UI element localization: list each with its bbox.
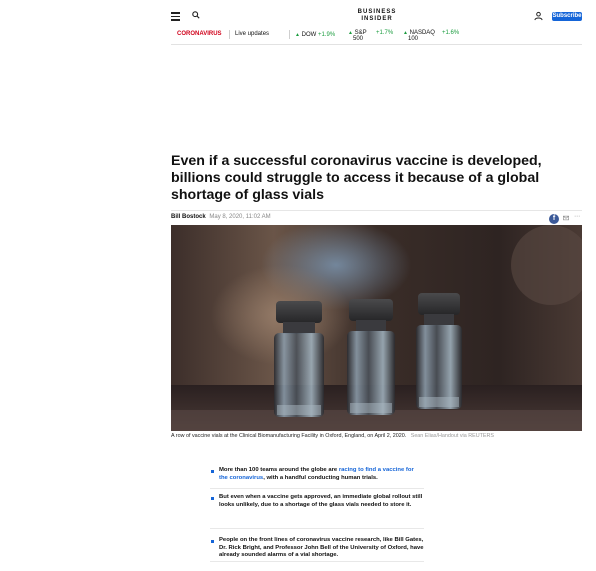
coronavirus-link[interactable]: CORONAVIRUS bbox=[177, 31, 222, 37]
market-dow[interactable]: ▲ DOW +1.9% bbox=[295, 32, 335, 38]
publish-date: May 8, 2020, 11:02 AM bbox=[209, 214, 271, 220]
author-link[interactable]: Bill Bostock bbox=[171, 214, 206, 220]
photo-credit: Sean Elias/Handout via REUTERS bbox=[410, 433, 495, 439]
ticker-bar: CORONAVIRUS Live updates ▲ DOW +1.9% ▲ S… bbox=[171, 28, 582, 45]
site-logo[interactable]: BUSINESS INSIDER bbox=[355, 9, 399, 22]
search-icon[interactable] bbox=[192, 11, 200, 19]
article-headline: Even if a successful coronavirus vaccine… bbox=[171, 153, 542, 203]
logo-line-2: INSIDER bbox=[361, 15, 393, 22]
email-share-icon[interactable] bbox=[563, 215, 569, 221]
caption-text: A row of vaccine vials at the Clinical B… bbox=[171, 433, 407, 439]
market-nasdaq[interactable]: ▲ NASDAQ 100 bbox=[403, 30, 435, 42]
hero-image bbox=[171, 225, 582, 431]
subscribe-button[interactable]: Subscribe bbox=[552, 12, 582, 21]
more-options-icon[interactable]: ⋯ bbox=[574, 213, 580, 220]
list-item: People on the front lines of coronavirus… bbox=[210, 529, 424, 562]
hamburger-icon[interactable] bbox=[171, 12, 180, 21]
market-name: DOW bbox=[301, 32, 317, 38]
market-name-sub: 500 bbox=[353, 36, 364, 42]
market-change: +1.6% bbox=[442, 30, 460, 36]
market-change: +1.9% bbox=[317, 32, 336, 38]
facebook-share-icon[interactable]: f bbox=[549, 214, 559, 224]
market-sp500[interactable]: ▲ S&P 500 bbox=[348, 30, 367, 42]
bullet-text: More than 100 teams around the globe are bbox=[219, 467, 339, 473]
vial-1 bbox=[274, 301, 324, 417]
list-item: But even when a vaccine gets approved, a… bbox=[210, 489, 424, 529]
market-name-sub: 100 bbox=[408, 36, 419, 42]
market-change: +1.7% bbox=[376, 30, 394, 36]
user-icon[interactable] bbox=[534, 11, 543, 21]
image-caption: A row of vaccine vials at the Clinical B… bbox=[171, 433, 582, 439]
vial-2 bbox=[347, 299, 395, 415]
byline: Bill Bostock May 8, 2020, 11:02 AM f ⋯ bbox=[171, 210, 582, 224]
vial-3 bbox=[416, 293, 462, 409]
bullet-text: But even when a vaccine gets approved, a… bbox=[219, 494, 423, 508]
bullet-text: , with a handful conducting human trials… bbox=[263, 474, 378, 481]
logo-line-1: BUSINESS bbox=[357, 9, 397, 15]
divider bbox=[289, 30, 290, 39]
up-arrow-icon: ▲ bbox=[295, 32, 300, 38]
bullet-text: People on the front lines of coronavirus… bbox=[219, 537, 424, 559]
vaccine-vials-photo bbox=[171, 225, 582, 431]
live-updates-link[interactable]: Live updates bbox=[235, 31, 269, 37]
divider bbox=[229, 30, 230, 39]
key-points-list: More than 100 teams around the globe are… bbox=[210, 462, 424, 562]
list-item: More than 100 teams around the globe are… bbox=[210, 462, 424, 489]
site-header: BUSINESS INSIDER Subscribe bbox=[171, 6, 582, 26]
